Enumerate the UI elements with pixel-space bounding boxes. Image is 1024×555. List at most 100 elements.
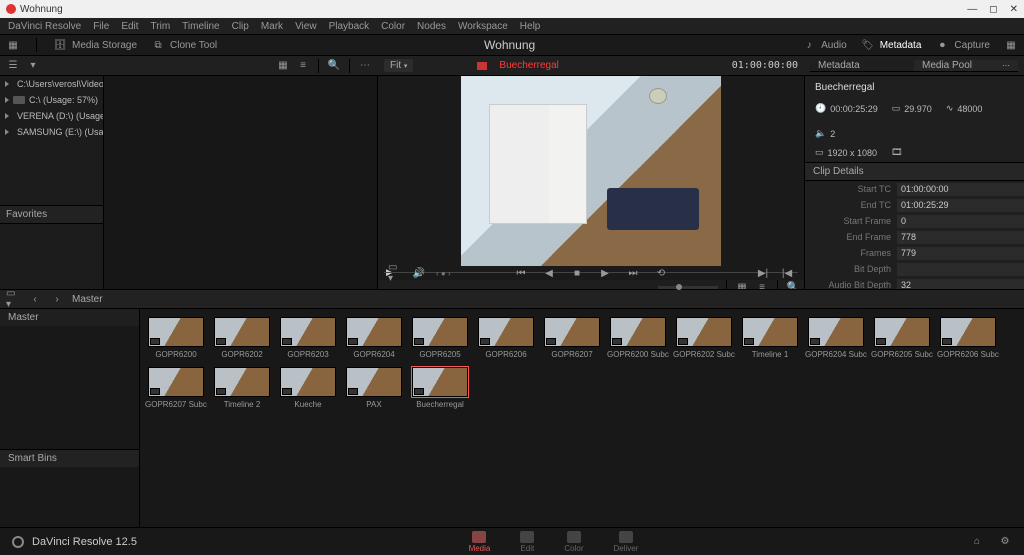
capture-button[interactable]: ⏺ Capture bbox=[935, 38, 990, 52]
menu-item[interactable]: DaVinci Resolve bbox=[8, 21, 81, 32]
fit-dropdown[interactable]: Fit ▾ bbox=[384, 59, 413, 72]
jump-end-icon[interactable]: ⏭ bbox=[626, 266, 640, 280]
loop-icon[interactable]: ⟲ bbox=[654, 266, 668, 280]
metadata-value[interactable]: 01:00:25:29 bbox=[897, 199, 1024, 212]
clip-thumb[interactable]: GOPR6205 bbox=[412, 317, 468, 359]
clip-thumb[interactable]: GOPR6206 Subclip bbox=[940, 317, 996, 359]
clip-thumb[interactable]: Buecherregal bbox=[412, 367, 468, 409]
clip-thumb[interactable]: GOPR6200 Subclip bbox=[610, 317, 666, 359]
clip-badge-icon bbox=[216, 388, 226, 395]
menu-item[interactable]: View bbox=[295, 21, 317, 32]
chevron-down-icon[interactable]: ▾ bbox=[26, 59, 40, 73]
minimize-button[interactable]: — bbox=[967, 4, 977, 15]
clip-label: GOPR6207 Subclip bbox=[145, 400, 207, 409]
fps-field: ▭29.970 bbox=[892, 103, 932, 114]
menu-item[interactable]: Timeline bbox=[182, 21, 219, 32]
list-view-icon[interactable]: ☰ bbox=[6, 59, 20, 73]
metadata-value[interactable]: 0 bbox=[897, 215, 1024, 228]
clip-thumb[interactable]: Timeline 2 bbox=[214, 367, 270, 409]
step-back-icon[interactable]: ◀ bbox=[542, 266, 556, 280]
search-icon[interactable]: 🔍 bbox=[327, 59, 341, 73]
clip-thumb[interactable]: GOPR6207 Subclip bbox=[148, 367, 204, 409]
metadata-tab[interactable]: Metadata bbox=[810, 60, 914, 71]
clip-thumb[interactable]: GOPR6204 Subclip bbox=[808, 317, 864, 359]
drive-item[interactable]: SAMSUNG (E:\) (Usag... bbox=[0, 124, 103, 140]
play-icon[interactable]: ▶ bbox=[598, 266, 612, 280]
mark-out-icon[interactable]: |◀ bbox=[780, 266, 794, 280]
metadata-row: Start Frame0 bbox=[805, 213, 1024, 229]
page-edit[interactable]: Edit bbox=[520, 531, 534, 553]
clip-thumb[interactable]: GOPR6200 bbox=[148, 317, 204, 359]
clip-grid: GOPR6200GOPR6202GOPR6203GOPR6204GOPR6205… bbox=[140, 309, 1024, 527]
menu-item[interactable]: File bbox=[93, 21, 109, 32]
page-media[interactable]: Media bbox=[469, 531, 491, 553]
expand-icon[interactable] bbox=[5, 81, 9, 87]
metadata-button[interactable]: 🏷 Metadata bbox=[861, 38, 922, 52]
path-label[interactable]: Master bbox=[72, 294, 103, 305]
settings-icon[interactable]: ⚙ bbox=[998, 535, 1012, 549]
jump-start-icon[interactable]: ⏮ bbox=[514, 266, 528, 280]
menu-item[interactable]: Color bbox=[381, 21, 405, 32]
maximize-button[interactable]: ◻ bbox=[989, 4, 997, 15]
page-deliver[interactable]: Deliver bbox=[613, 531, 638, 553]
menu-item[interactable]: Playback bbox=[329, 21, 370, 32]
menu-item[interactable]: Help bbox=[520, 21, 541, 32]
clone-tool-button[interactable]: ⧉ Clone Tool bbox=[151, 38, 217, 52]
panel-toggle-right-icon[interactable]: ▦ bbox=[1004, 38, 1018, 52]
clip-thumb[interactable]: PAX bbox=[346, 367, 402, 409]
menu-item[interactable]: Nodes bbox=[417, 21, 446, 32]
media-storage-button[interactable]: 🗄 Media Storage bbox=[53, 38, 137, 52]
clip-thumb[interactable]: GOPR6202 bbox=[214, 317, 270, 359]
home-icon[interactable]: ⌂ bbox=[970, 535, 984, 549]
clip-details-header[interactable]: Clip Details bbox=[805, 162, 1024, 181]
menu-item[interactable]: Clip bbox=[232, 21, 249, 32]
thumb-view-icon[interactable]: ▦ bbox=[276, 59, 290, 73]
thumb-size-slider[interactable] bbox=[658, 286, 718, 289]
view-mode-icon[interactable]: ▭ ▾ bbox=[388, 266, 402, 280]
expand-icon[interactable] bbox=[5, 129, 9, 135]
audio-button[interactable]: ♪ Audio bbox=[802, 38, 847, 52]
jog-indicator[interactable]: ‹ ● › bbox=[436, 269, 451, 278]
file-browser[interactable] bbox=[104, 76, 378, 289]
nav-fwd-icon[interactable]: › bbox=[50, 292, 64, 306]
menu-item[interactable]: Edit bbox=[121, 21, 138, 32]
list-icon[interactable]: ≡ bbox=[296, 59, 310, 73]
clip-badge-icon bbox=[282, 388, 292, 395]
viewer-canvas[interactable] bbox=[378, 76, 804, 266]
drive-item[interactable]: C:\Users\verosl\Video... bbox=[0, 76, 103, 92]
close-button[interactable]: ✕ bbox=[1010, 4, 1018, 15]
mark-in-icon[interactable]: ▶| bbox=[756, 266, 770, 280]
clip-thumb[interactable]: GOPR6205 Subclip bbox=[874, 317, 930, 359]
clip-thumb[interactable]: GOPR6206 bbox=[478, 317, 534, 359]
options-icon[interactable]: ⋯ bbox=[358, 59, 372, 73]
page-color[interactable]: Color bbox=[564, 531, 583, 553]
clip-image bbox=[148, 317, 204, 347]
expand-icon[interactable] bbox=[5, 113, 9, 119]
menu-item[interactable]: Workspace bbox=[458, 21, 508, 32]
menu-item[interactable]: Mark bbox=[261, 21, 283, 32]
clip-thumb[interactable]: GOPR6204 bbox=[346, 317, 402, 359]
stop-icon[interactable]: ■ bbox=[570, 266, 584, 280]
clip-thumb[interactable]: Kueche bbox=[280, 367, 336, 409]
drive-item[interactable]: C:\ (Usage: 57%) bbox=[0, 92, 103, 108]
panel-toggle-icon[interactable]: ▦ bbox=[6, 38, 20, 52]
clip-image bbox=[544, 317, 600, 347]
clip-image bbox=[280, 317, 336, 347]
expand-icon[interactable] bbox=[5, 97, 9, 103]
viewer-timecode[interactable]: 01:00:00:00 bbox=[732, 60, 798, 71]
clip-thumb[interactable]: Timeline 1 bbox=[742, 317, 798, 359]
metadata-value[interactable]: 01:00:00:00 bbox=[897, 183, 1024, 196]
metadata-value[interactable]: 778 bbox=[897, 231, 1024, 244]
clip-thumb[interactable]: GOPR6202 Subclip bbox=[676, 317, 732, 359]
bin-list-icon[interactable]: ▭ ▾ bbox=[6, 292, 20, 306]
clip-thumb[interactable]: GOPR6203 bbox=[280, 317, 336, 359]
bin-item[interactable]: Master bbox=[0, 309, 139, 326]
drive-item[interactable]: VERENA (D:\) (Usage: ... bbox=[0, 108, 103, 124]
menu-item[interactable]: Trim bbox=[151, 21, 171, 32]
metadata-value[interactable]: 779 bbox=[897, 247, 1024, 260]
nav-back-icon[interactable]: ‹ bbox=[28, 292, 42, 306]
clip-thumb[interactable]: GOPR6207 bbox=[544, 317, 600, 359]
media-pool-tab[interactable]: Media Pool ⋯ bbox=[914, 60, 1018, 71]
metadata-value[interactable] bbox=[897, 263, 1024, 276]
volume-icon[interactable]: 🔊 bbox=[412, 266, 426, 280]
